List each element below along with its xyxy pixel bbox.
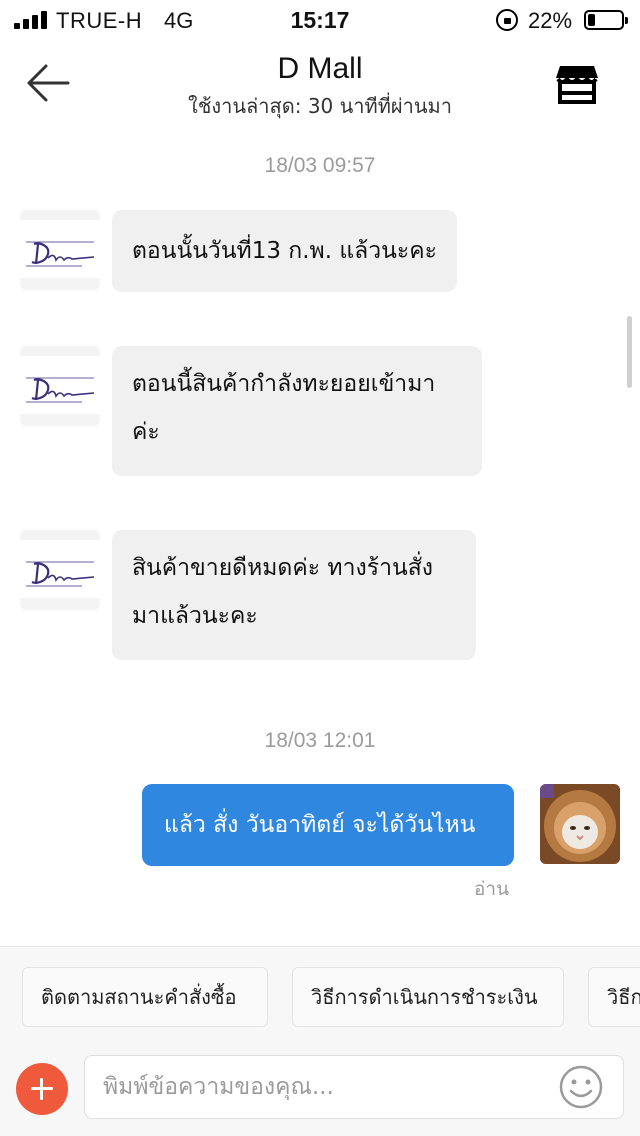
quick-reply-bar: ติดตามสถานะคำสั่งซื้อ วิธีการดำเนินการชำ… xyxy=(0,947,640,1047)
message-text: ตอนนี้สินค้ากำลังทะยอยเข้ามา xyxy=(132,371,436,397)
shop-avatar[interactable] xyxy=(20,346,100,426)
shop-message-bubble: ตอนนั้นวันที่13 ก.พ. แล้วนะคะ xyxy=(112,210,457,292)
chat-scrollbar[interactable] xyxy=(627,316,632,388)
chat-timestamp: 18/03 09:57 xyxy=(264,154,376,177)
chat-timestamp: 18/03 12:01 xyxy=(264,729,376,752)
rotation-lock-icon xyxy=(496,9,518,31)
message-text: มาแล้วนะคะ xyxy=(132,603,258,629)
shop-avatar[interactable] xyxy=(20,210,100,290)
emoji-button[interactable] xyxy=(558,1064,604,1110)
quick-reply-payment-method[interactable]: วิธีการดำเนินการชำระเงิน xyxy=(292,967,564,1027)
status-bar: TRUE-H 4G 15:17 22% xyxy=(0,0,640,40)
shop-avatar[interactable] xyxy=(20,530,100,610)
battery-icon xyxy=(584,10,628,30)
message-input[interactable] xyxy=(84,1055,624,1119)
emoji-icon xyxy=(559,1065,603,1109)
shop-logo xyxy=(20,540,100,598)
battery-level xyxy=(588,14,595,26)
user-avatar[interactable] xyxy=(540,784,620,864)
battery-percent: 22% xyxy=(528,8,573,33)
shop-button[interactable] xyxy=(552,62,602,106)
message-text: ตอนนั้นวันที่13 ก.พ. แล้วนะคะ xyxy=(132,238,437,264)
quick-reply-more[interactable]: วิธีก xyxy=(588,967,640,1027)
message-text: ค่ะ xyxy=(132,419,160,445)
user-message-bubble: แล้ว สั่ง วันอาทิตย์ จะได้วันไหน xyxy=(142,784,514,866)
chat-header: D Mall ใช้งานล่าสุด: 30 นาทีที่ผ่านมา xyxy=(0,40,640,130)
shop-logo xyxy=(20,356,100,414)
quick-reply-track-order[interactable]: ติดตามสถานะคำสั่งซื้อ xyxy=(22,967,268,1027)
read-receipt: อ่าน xyxy=(474,878,510,900)
chat-title: D Mall xyxy=(277,52,363,85)
message-text: แล้ว สั่ง วันอาทิตย์ จะได้วันไหน xyxy=(164,812,476,838)
add-icon[interactable] xyxy=(16,1063,68,1115)
message-text: สินค้าขายดีหมดค่ะ ทางร้านสั่ง xyxy=(132,555,433,581)
shop-message-bubble: สินค้าขายดีหมดค่ะ ทางร้านสั่ง มาแล้วนะคะ xyxy=(112,530,476,660)
shop-logo xyxy=(20,220,100,278)
last-active-status: ใช้งานล่าสุด: 30 นาทีที่ผ่านมา xyxy=(188,94,452,118)
shop-message-bubble: ตอนนี้สินค้ากำลังทะยอยเข้ามา ค่ะ xyxy=(112,346,482,476)
input-bar xyxy=(0,1047,640,1136)
shop-icon xyxy=(556,66,598,104)
